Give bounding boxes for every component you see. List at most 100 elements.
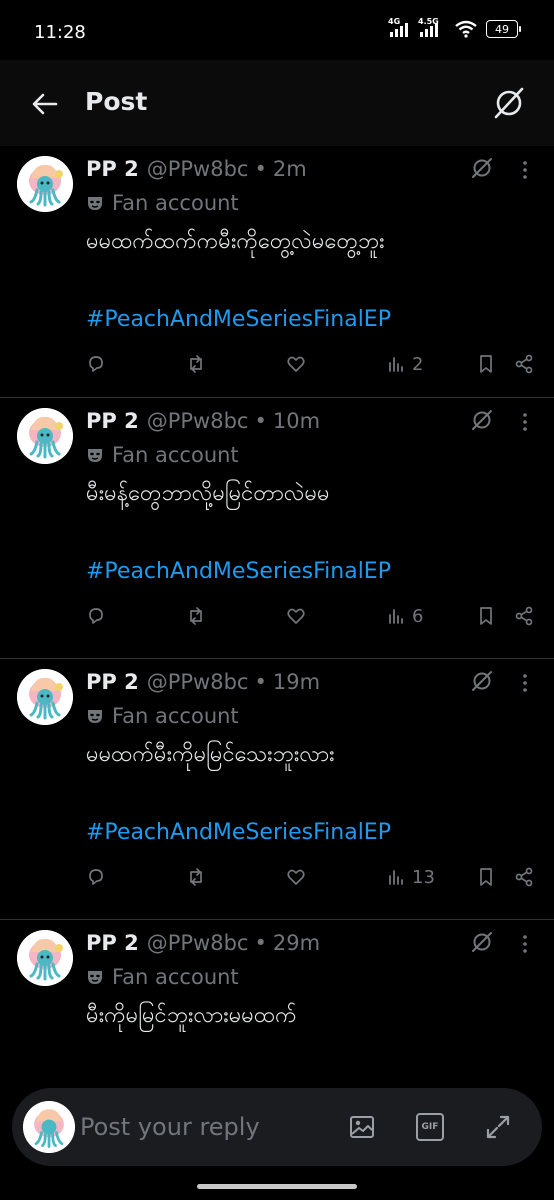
bookmark-button[interactable] — [476, 867, 496, 887]
expand-icon[interactable] — [484, 1113, 512, 1141]
share-button[interactable] — [514, 867, 534, 887]
views-button[interactable]: 2 — [386, 354, 423, 375]
post-item[interactable]: PP 2 @PPw8bc • 2m Fan account မမထက်ထက်ကမ… — [0, 146, 554, 398]
network-label-2: 4.5G — [418, 17, 439, 26]
repost-button[interactable] — [186, 606, 206, 626]
author-handle[interactable]: @PPw8bc — [147, 670, 249, 694]
fan-account-label: Fan account — [86, 963, 534, 991]
share-button[interactable] — [514, 354, 534, 374]
battery-icon: 49 — [486, 20, 521, 38]
author-handle[interactable]: @PPw8bc — [147, 409, 249, 433]
post-age: 29m — [272, 931, 321, 955]
more-options-icon[interactable] — [516, 410, 534, 434]
mask-icon — [88, 710, 102, 723]
author-name[interactable]: PP 2 — [86, 157, 139, 181]
reply-input[interactable]: Post your reply — [80, 1113, 260, 1141]
signal-icon: 4G — [388, 17, 412, 37]
like-button[interactable] — [286, 354, 306, 374]
hashtag-link[interactable]: #PeachAndMeSeriesFinalEP — [86, 557, 534, 587]
repost-icon — [190, 355, 202, 373]
like-button[interactable] — [286, 606, 306, 626]
bookmark-icon — [480, 868, 492, 886]
reply-icon — [89, 608, 103, 624]
fan-account-label: Fan account — [86, 702, 534, 730]
post-text: မီးကိုမမြင်ဘူးလားမမထက် — [86, 1003, 297, 1028]
author-handle[interactable]: @PPw8bc — [147, 931, 249, 955]
views-button[interactable]: 6 — [386, 606, 423, 627]
separator: • — [254, 670, 267, 694]
wifi-icon — [455, 20, 477, 38]
post-header: PP 2 @PPw8bc • 19m — [86, 667, 534, 697]
author-name[interactable]: PP 2 — [86, 670, 139, 694]
like-button[interactable] — [286, 867, 306, 887]
reply-feed: PP 2 @PPw8bc • 2m Fan account မမထက်ထက်ကမ… — [0, 146, 554, 1086]
author-handle[interactable]: @PPw8bc — [147, 157, 249, 181]
bookmark-icon — [480, 607, 492, 625]
more-options-icon[interactable] — [516, 158, 534, 182]
separator: • — [254, 409, 267, 433]
views-button[interactable]: 13 — [386, 867, 435, 888]
post-actions: 2 — [86, 349, 536, 379]
grok-icon[interactable] — [470, 408, 494, 432]
signal-icon-2: 4.5G — [418, 17, 446, 37]
status-icons: 4G 4.5G 49 — [388, 17, 521, 38]
status-time: 11:28 — [34, 22, 86, 43]
hashtag-link[interactable]: #PeachAndMeSeriesFinalEP — [86, 818, 534, 848]
avatar[interactable] — [17, 669, 73, 725]
post-age: 19m — [272, 670, 321, 694]
heart-icon — [287, 608, 305, 624]
hashtag-link[interactable]: #PeachAndMeSeriesFinalEP — [86, 305, 534, 335]
mask-icon — [88, 971, 102, 984]
grok-icon[interactable] — [492, 86, 526, 120]
separator: • — [254, 931, 267, 955]
image-icon[interactable] — [348, 1113, 376, 1141]
reply-icon — [89, 869, 103, 885]
post-item[interactable]: PP 2 @PPw8bc • 10m Fan account မီးမန့်တွ… — [0, 398, 554, 659]
bookmark-button[interactable] — [476, 606, 496, 626]
more-options-icon[interactable] — [516, 671, 534, 695]
post-item[interactable]: PP 2 @PPw8bc • 19m Fan account မမထက်မီးက… — [0, 659, 554, 920]
reply-button[interactable] — [86, 354, 106, 374]
network-label: 4G — [388, 17, 401, 26]
repost-button[interactable] — [186, 867, 206, 887]
reply-icon — [89, 356, 103, 372]
home-indicator[interactable] — [197, 1184, 357, 1189]
post-header: PP 2 @PPw8bc • 2m — [86, 154, 534, 184]
author-name[interactable]: PP 2 — [86, 931, 139, 955]
fan-account-label: Fan account — [86, 189, 534, 217]
label-text: Fan account — [112, 443, 239, 467]
status-bar: 11:28 4G 4.5G 49 — [0, 0, 554, 60]
avatar[interactable] — [17, 930, 73, 986]
analytics-icon — [389, 357, 403, 372]
page-title: Post — [85, 87, 148, 116]
reply-composer[interactable]: Post your reply GIF — [12, 1088, 542, 1166]
label-text: Fan account — [112, 704, 239, 728]
share-button[interactable] — [514, 606, 534, 626]
gif-icon[interactable]: GIF — [416, 1113, 444, 1141]
heart-icon — [287, 869, 305, 885]
grok-icon[interactable] — [470, 669, 494, 693]
bookmark-button[interactable] — [476, 354, 496, 374]
share-icon — [515, 867, 533, 887]
reply-button[interactable] — [86, 867, 106, 887]
more-options-icon[interactable] — [516, 932, 534, 956]
share-icon — [515, 606, 533, 626]
avatar[interactable] — [17, 408, 73, 464]
repost-button[interactable] — [186, 354, 206, 374]
arrow-left-icon[interactable] — [30, 89, 60, 119]
post-text: မီးမန့်တွေဘာလို့မမြင်တာလဲမမ — [86, 481, 330, 506]
mask-icon — [88, 449, 102, 462]
reply-button[interactable] — [86, 606, 106, 626]
label-text: Fan account — [112, 965, 239, 989]
battery-level: 49 — [495, 22, 509, 36]
view-count: 13 — [412, 866, 435, 888]
share-icon — [515, 354, 533, 374]
grok-icon[interactable] — [470, 930, 494, 954]
post-actions: 13 — [86, 862, 536, 892]
avatar[interactable] — [17, 156, 73, 212]
post-item[interactable]: PP 2 @PPw8bc • 29m Fan account မီးကိုမမြ… — [0, 920, 554, 1086]
grok-icon[interactable] — [470, 156, 494, 180]
repost-icon — [190, 607, 202, 625]
author-name[interactable]: PP 2 — [86, 409, 139, 433]
post-text: မမထက်မီးကိုမမြင်သေးဘူးလား — [86, 742, 335, 767]
